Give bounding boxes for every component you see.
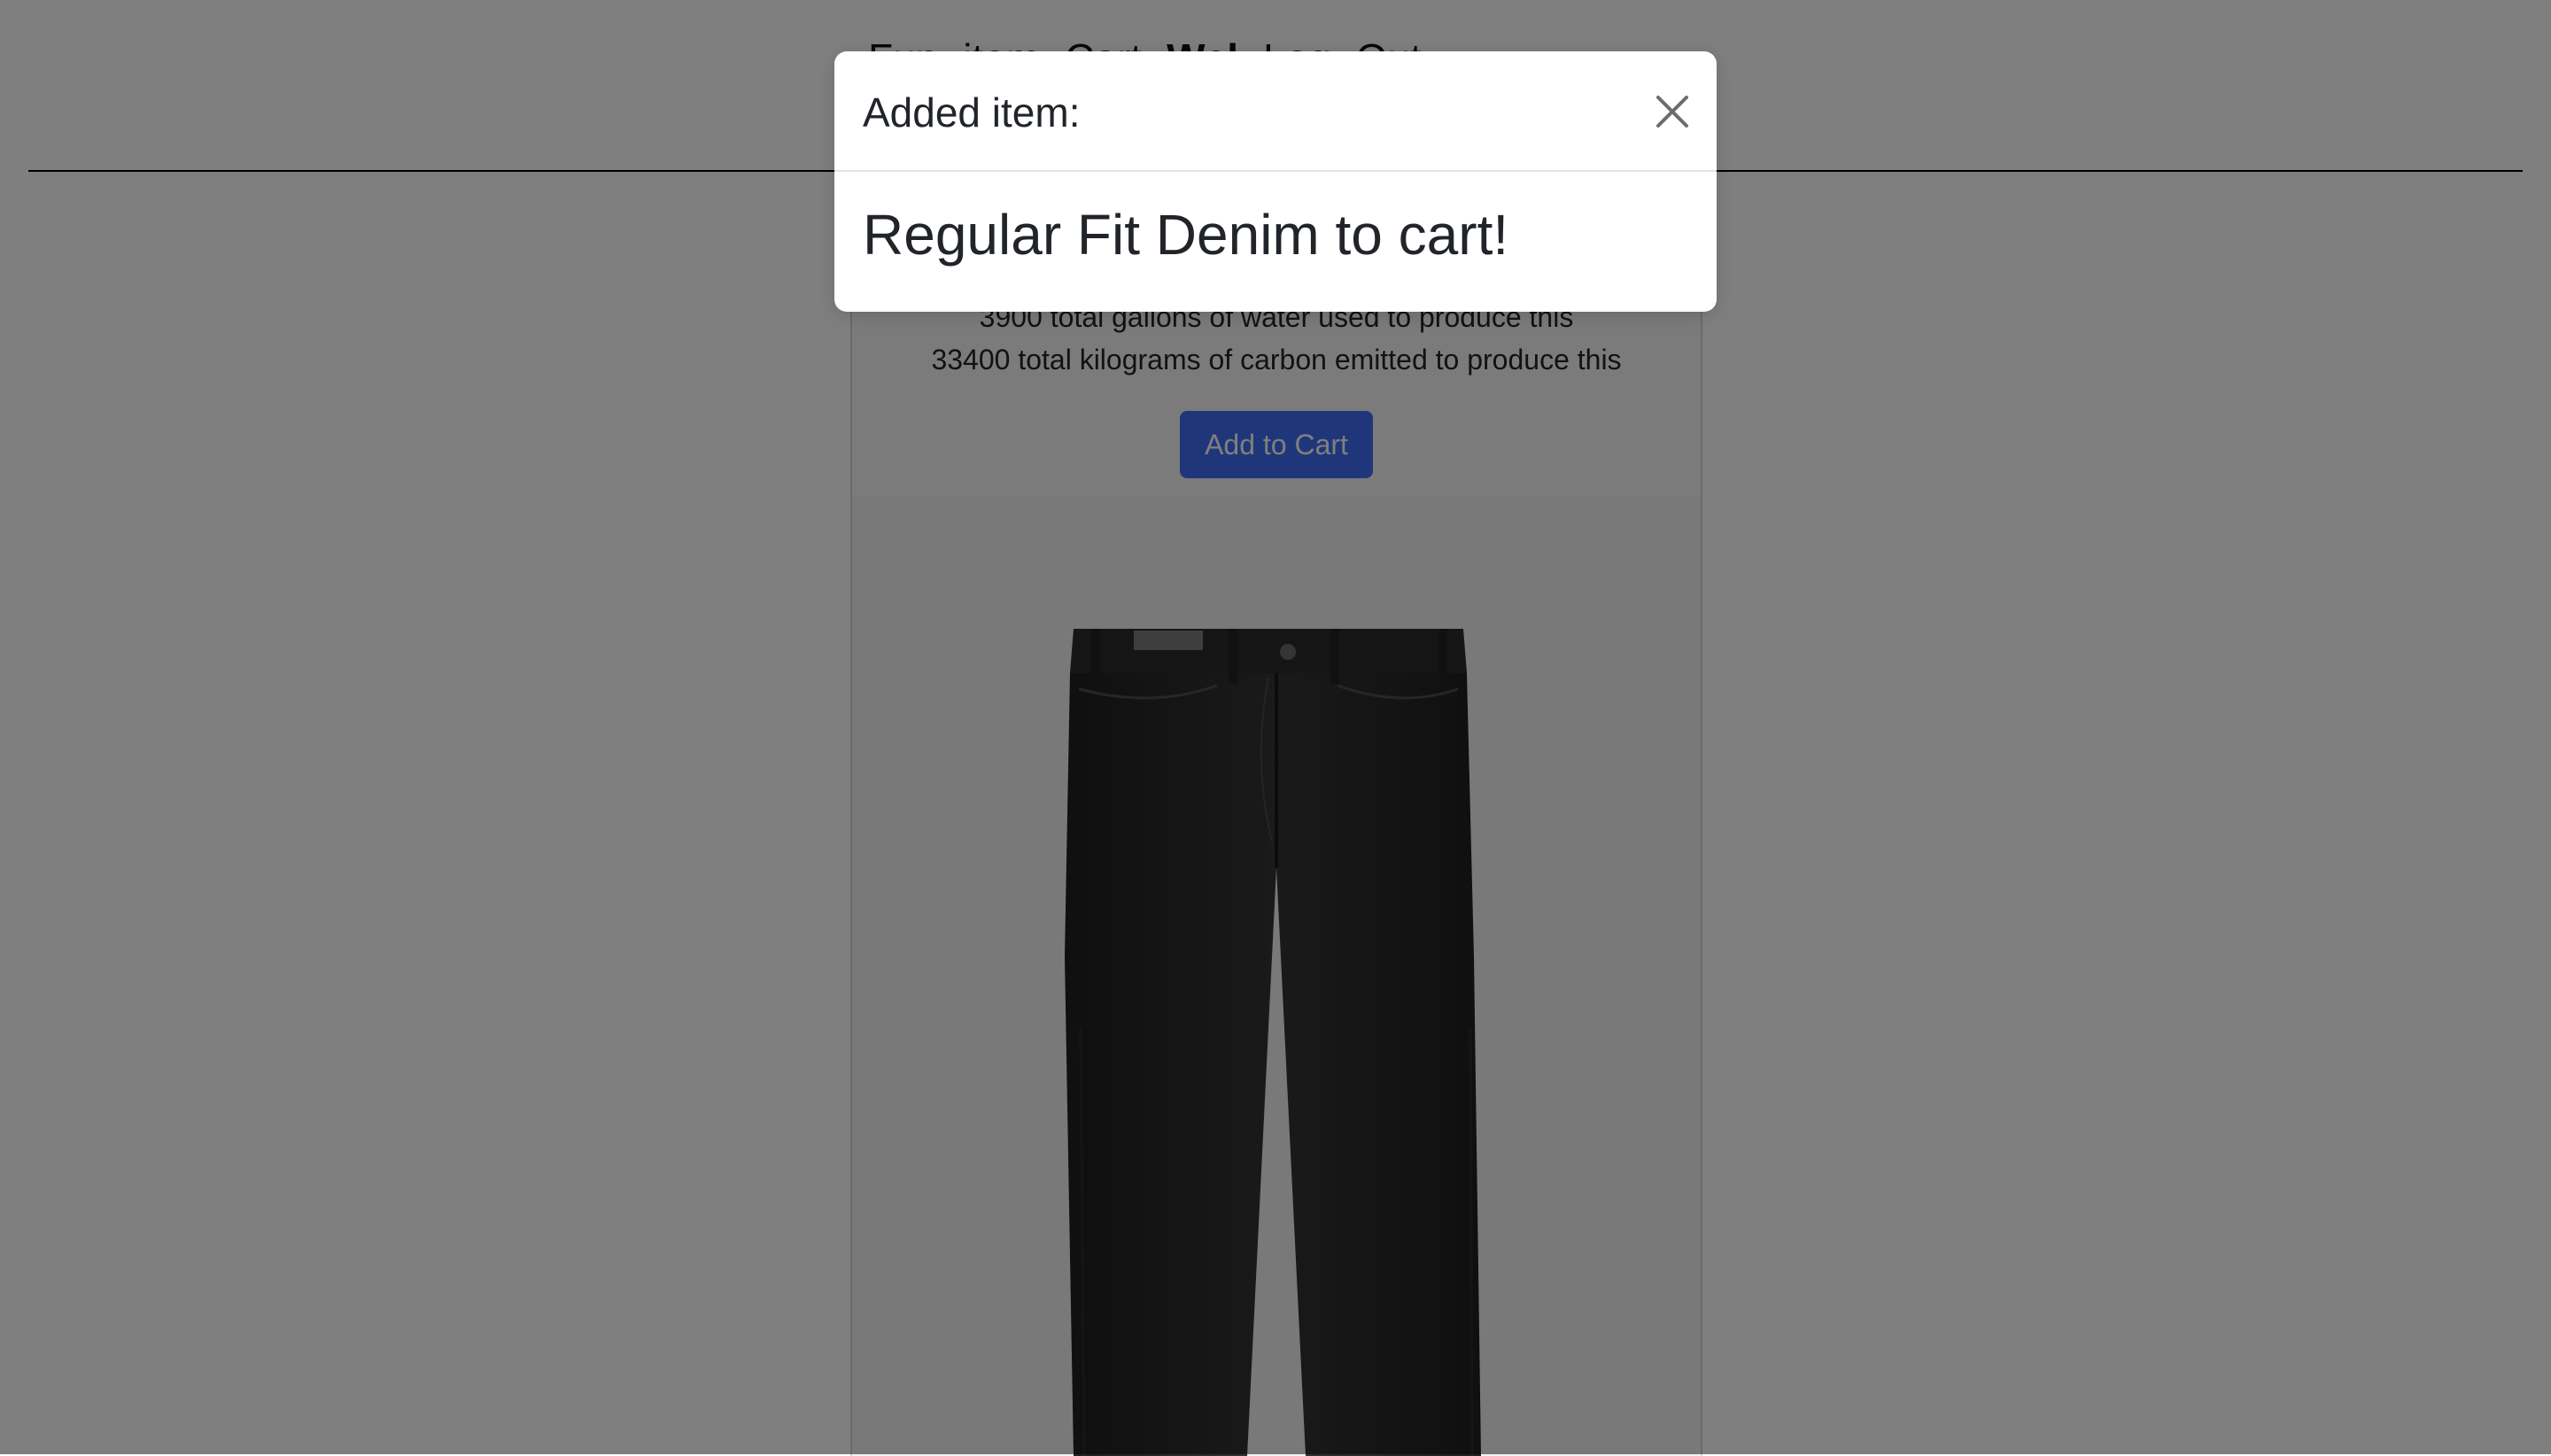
close-icon	[1656, 96, 1688, 128]
modal-message: Regular Fit Denim to cart!	[863, 203, 1509, 267]
modal-title: Added item:	[863, 89, 1081, 136]
modal-header: Added item:	[834, 51, 1717, 172]
added-item-modal: Added item: Regular Fit Denim to cart!	[834, 51, 1717, 312]
page: Fun item Cart Wel Log Out 3900 total gal…	[0, 0, 2551, 1456]
modal-close-button[interactable]	[1653, 92, 1692, 131]
